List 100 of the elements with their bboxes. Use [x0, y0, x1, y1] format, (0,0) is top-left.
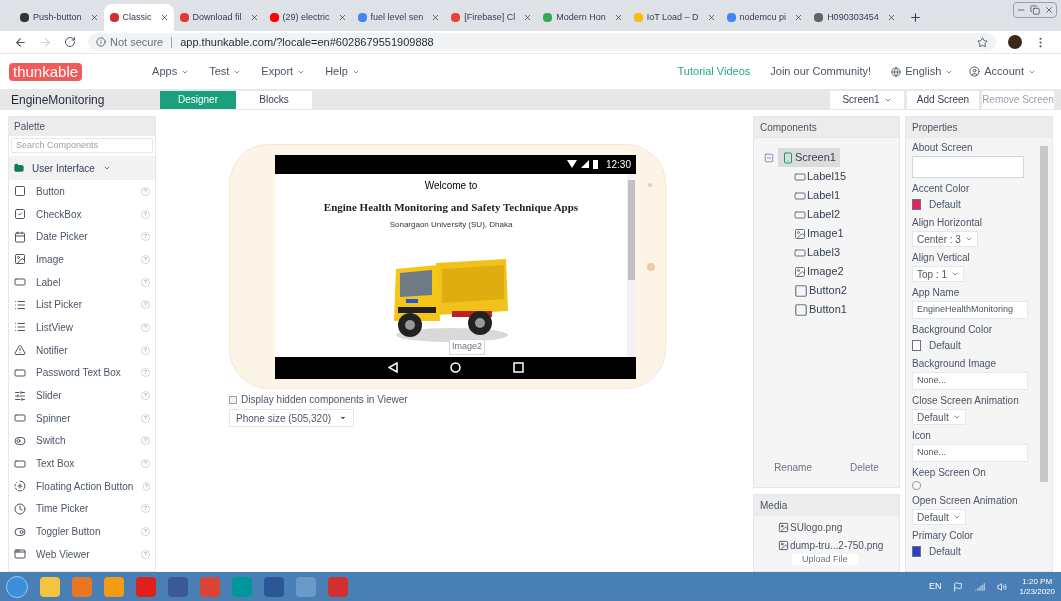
- textbox-icon: [14, 457, 26, 470]
- bookmark-icon[interactable]: [977, 36, 988, 48]
- browser-tab[interactable]: (29) electric: [263, 4, 352, 31]
- taskbar-app-icon[interactable]: [40, 576, 60, 597]
- list-icon: [14, 321, 26, 334]
- text-field[interactable]: None...: [912, 372, 1028, 390]
- switch-icon: [14, 434, 26, 447]
- battery-icon: [592, 159, 598, 169]
- tree-item[interactable]: Label15: [790, 167, 851, 186]
- menu-item[interactable]: Help: [325, 63, 360, 80]
- tree-item[interactable]: Button2: [790, 281, 851, 300]
- taskbar-app-icon[interactable]: [104, 576, 124, 597]
- volume-icon[interactable]: [997, 581, 1008, 592]
- dropdown[interactable]: Top : 1: [912, 266, 965, 282]
- network-icon[interactable]: [975, 581, 986, 592]
- restore-icon[interactable]: [1028, 3, 1042, 17]
- calendar-icon: [14, 230, 26, 243]
- dropdown[interactable]: Default: [912, 509, 966, 525]
- account-menu[interactable]: Account: [969, 63, 1036, 80]
- wifi-icon: [566, 160, 577, 168]
- browser-tab[interactable]: fuel level sen: [351, 4, 446, 31]
- screen-dropdown[interactable]: Screen1: [830, 90, 904, 109]
- tree-item[interactable]: Label2: [790, 205, 845, 224]
- phone-size-dropdown[interactable]: Phone size (505,320): [229, 409, 355, 427]
- tree-item[interactable]: Screen1: [778, 148, 840, 167]
- tree-item-label: Label15: [807, 169, 847, 185]
- user-icon: [969, 66, 981, 77]
- start-button[interactable]: [6, 575, 28, 598]
- close-icon[interactable]: [159, 13, 169, 22]
- project-name: EngineMonitoring: [10, 91, 106, 109]
- dropdown[interactable]: Default: [912, 409, 966, 425]
- caret-icon: [102, 164, 111, 172]
- tree-item[interactable]: Image2: [790, 262, 848, 281]
- close-icon[interactable]: [337, 13, 347, 22]
- security-label: Not secure: [110, 34, 164, 50]
- collapse-icon[interactable]: [764, 152, 774, 163]
- browser-tab[interactable]: Download fil: [173, 4, 264, 31]
- tree-item[interactable]: Button1: [790, 300, 851, 319]
- browser-tab[interactable]: Modern Hon: [537, 4, 628, 31]
- language-menu[interactable]: English: [891, 63, 954, 80]
- menu-item[interactable]: Test: [209, 63, 242, 80]
- signal-icon: [580, 160, 589, 168]
- close-icon[interactable]: [523, 13, 533, 22]
- add-screen-button[interactable]: Add Screen: [907, 90, 979, 109]
- home-icon[interactable]: [449, 362, 461, 373]
- tab-title: Push-button: [33, 10, 83, 24]
- back-icon[interactable]: [387, 362, 398, 373]
- close-icon[interactable]: [706, 13, 716, 22]
- image-icon: [14, 253, 26, 266]
- mode-tab[interactable]: Blocks: [236, 90, 312, 109]
- close-icon[interactable]: [89, 13, 99, 22]
- tree-item[interactable]: Label3: [790, 243, 845, 262]
- checkbox[interactable]: [229, 395, 237, 404]
- taskbar-app-icon[interactable]: [168, 576, 188, 597]
- browser-tab[interactable]: Classic: [103, 4, 174, 31]
- browser-tab[interactable]: H090303454: [808, 4, 901, 31]
- tab-title: Classic: [122, 10, 153, 24]
- menu-item[interactable]: Apps: [152, 63, 190, 80]
- address-bar[interactable]: Not secure app.thunkable.com/?locale=en#6028679551909888: [88, 33, 996, 51]
- flag-icon[interactable]: [953, 581, 964, 592]
- panel-header: Components: [754, 117, 899, 138]
- close-icon[interactable]: [249, 13, 259, 22]
- category-header[interactable]: User Interface: [9, 156, 155, 180]
- tree-item[interactable]: Label1: [790, 186, 845, 205]
- clock-text: 12:30: [605, 157, 631, 172]
- color-value: Default: [929, 198, 961, 212]
- language-indicator: EN: [928, 579, 942, 593]
- tree-item-label: Button1: [809, 302, 847, 318]
- close-icon[interactable]: [613, 13, 623, 22]
- media-file[interactable]: SUlogo.png: [778, 520, 899, 535]
- media-file[interactable]: dump-tru...2-750.png: [778, 538, 899, 553]
- checkbox[interactable]: [912, 481, 921, 490]
- close-icon[interactable]: [431, 13, 441, 22]
- delete-button[interactable]: Delete: [839, 458, 889, 477]
- browser-tab[interactable]: Push-button: [14, 4, 104, 31]
- close-icon[interactable]: [794, 13, 804, 22]
- profile-avatar[interactable]: [1008, 35, 1022, 49]
- subtitle-text: Sonargaon University (SU), Dhaka: [389, 219, 513, 231]
- browser-tab[interactable]: IoT Load – D: [627, 4, 721, 31]
- close-icon[interactable]: [886, 13, 896, 22]
- taskbar-app-icon[interactable]: [264, 576, 284, 597]
- upload-button[interactable]: Upload File: [792, 554, 858, 565]
- tree-item[interactable]: Image1: [790, 224, 848, 243]
- browser-tab[interactable]: nodemcu pi: [720, 4, 809, 31]
- tab-title: nodemcu pi: [739, 10, 788, 24]
- back-icon[interactable]: [14, 35, 27, 49]
- tree-item-label: Button2: [809, 283, 847, 299]
- text-field[interactable]: EngineHealthMonitoring: [912, 301, 1028, 319]
- square-icon: [794, 302, 808, 317]
- recents-icon[interactable]: [512, 362, 524, 373]
- rename-button[interactable]: Rename: [764, 458, 822, 477]
- reload-icon[interactable]: [64, 36, 76, 48]
- new-tab-icon[interactable]: [908, 11, 922, 24]
- tab-title: [Firebase] Cl: [464, 10, 517, 24]
- community-link[interactable]: Join our Community!: [770, 63, 872, 80]
- browser-tab[interactable]: [Firebase] Cl: [445, 4, 538, 31]
- menu-item[interactable]: Export: [261, 63, 306, 80]
- text-field[interactable]: None...: [912, 444, 1028, 462]
- clock-date: 1/23/2020: [1019, 586, 1055, 597]
- dropdown[interactable]: Center : 3: [912, 231, 978, 247]
